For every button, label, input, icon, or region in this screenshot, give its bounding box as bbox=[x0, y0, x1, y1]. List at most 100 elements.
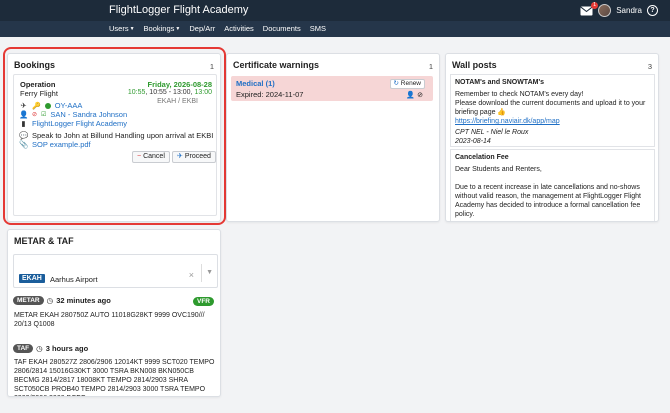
vfr-badge: VFR bbox=[193, 297, 214, 306]
certificate-count: 1 bbox=[428, 62, 433, 71]
taf-age: 3 hours ago bbox=[45, 344, 89, 353]
wall-post: Cancelation Fee Dear Students and Renter… bbox=[450, 149, 655, 221]
metar-pill: METAR bbox=[13, 296, 44, 305]
certificate-name[interactable]: Medical (1) bbox=[236, 79, 275, 88]
paperclip-icon: 📎 bbox=[19, 140, 29, 149]
aircraft-row: ✈ 🔑 OY-AAA bbox=[19, 101, 82, 110]
certificate-icons: 👤 ⊘ bbox=[406, 91, 423, 99]
avatar[interactable] bbox=[598, 4, 612, 17]
mail-count-badge: 1 bbox=[591, 1, 599, 9]
booking-item[interactable]: Operation Ferry Flight Friday, 2026-08-2… bbox=[13, 74, 217, 216]
renew-button[interactable]: ↻ Renew bbox=[389, 79, 425, 89]
airport-name: Aarhus Airport bbox=[50, 275, 98, 284]
certificate-expired: Expired: 2024-11-07 bbox=[236, 90, 304, 99]
cancel-button[interactable]: − Cancel bbox=[132, 151, 170, 163]
user-area: 1 Sandra ? bbox=[580, 1, 658, 19]
booking-type: Operation bbox=[20, 80, 56, 89]
nav-sms[interactable]: SMS bbox=[310, 23, 326, 35]
booking-route: EKAH / EKBI bbox=[157, 98, 198, 105]
type-link[interactable]: FlightLogger Flight Academy bbox=[32, 119, 127, 128]
status-dot-icon bbox=[44, 102, 51, 109]
booking-subtype: Ferry Flight bbox=[20, 89, 58, 98]
post-text: Remember to check NOTAM's every day! bbox=[455, 91, 584, 98]
minus-icon: − bbox=[137, 153, 142, 160]
booking-comment: Speak to John at Billund Handling upon a… bbox=[32, 131, 214, 140]
booking-time-end: 13:00 bbox=[194, 89, 212, 96]
certificate-warnings-card: Certificate warnings 1 Medical (1) Expir… bbox=[226, 53, 440, 222]
wall-title: Wall posts bbox=[452, 60, 497, 70]
airport-code: EKAH bbox=[19, 274, 45, 283]
person-link[interactable]: SAN - Sandra Johnson bbox=[50, 110, 127, 119]
ban-icon: ⊘ bbox=[417, 92, 423, 99]
airplane-icon: ✈ bbox=[20, 101, 27, 110]
booking-time-range: , 10:55 - 13:00, bbox=[145, 89, 195, 96]
refresh-icon: ↻ bbox=[393, 80, 399, 87]
post-title: Cancelation Fee bbox=[455, 154, 509, 161]
plane-icon: ✈ bbox=[177, 153, 183, 160]
attachment-link[interactable]: SOP example.pdf bbox=[32, 140, 91, 149]
attachment-row: 📎 SOP example.pdf bbox=[19, 140, 91, 149]
taf-header: TAF ◷ 3 hours ago bbox=[13, 344, 88, 353]
metar-taf-card: METAR & TAF EKAH Aarhus Airport × ▼ META… bbox=[7, 229, 221, 397]
taf-text: TAF EKAH 280527Z 2806/2906 12014KT 9999 … bbox=[14, 359, 215, 396]
post-text: Dear Students and Renters, bbox=[455, 166, 542, 173]
mail-button[interactable]: 1 bbox=[580, 1, 599, 17]
booking-time: 10:55, 10:55 - 13:00, 13:00 bbox=[128, 89, 212, 96]
book-icon: ▮ bbox=[21, 119, 26, 128]
select-divider bbox=[201, 264, 202, 282]
warning-icon: ⊘ bbox=[32, 112, 38, 118]
clock-icon: ◷ bbox=[36, 344, 43, 353]
clear-icon[interactable]: × bbox=[189, 270, 194, 280]
nav-users[interactable]: Users▼ bbox=[109, 23, 135, 35]
user-icon: 👤 bbox=[19, 110, 29, 119]
key-icon: 🔑 bbox=[32, 102, 41, 110]
metar-text: METAR EKAH 280750Z AUTO 11018G28KT 9999 … bbox=[14, 312, 205, 328]
person-row: 👤 ⊘ ☑ SAN - Sandra Johnson bbox=[19, 110, 127, 119]
wall-posts-card: Wall posts 3 NOTAM's and SNOWTAM's Remem… bbox=[445, 53, 659, 222]
nav-users-label: Users bbox=[109, 24, 129, 33]
post-signature: CPT NEL - Niel le Roux bbox=[455, 129, 529, 136]
renew-label: Renew bbox=[400, 80, 421, 87]
nav-documents[interactable]: Documents bbox=[263, 23, 301, 35]
post-link[interactable]: https://briefing.naviair.dk/app/map bbox=[455, 118, 560, 125]
user-icon: 👤 bbox=[406, 92, 416, 99]
post-title: NOTAM's and SNOWTAM's bbox=[455, 79, 545, 86]
proceed-button[interactable]: ✈ Proceed bbox=[172, 151, 216, 163]
post-text: Please download the current documents an… bbox=[455, 100, 646, 116]
comment-row: 💬 Speak to John at Billund Handling upon… bbox=[19, 131, 213, 140]
nav-dep-arr[interactable]: Dep/Arr bbox=[189, 23, 215, 35]
post-text: Due to a recent increase in late cancell… bbox=[455, 184, 641, 218]
metar-title: METAR & TAF bbox=[14, 236, 74, 246]
booking-time-start: 10:55 bbox=[127, 89, 146, 96]
top-bar: FlightLogger Flight Academy 1 Sandra ? bbox=[0, 0, 670, 21]
bookings-card: Bookings 1 Operation Ferry Flight Friday… bbox=[7, 53, 221, 222]
chevron-down-icon: ▼ bbox=[129, 26, 135, 32]
proceed-label: Proceed bbox=[184, 153, 211, 160]
metar-header: METAR ◷ 32 minutes ago bbox=[13, 296, 111, 305]
nav-activities[interactable]: Activities bbox=[224, 23, 254, 35]
user-name[interactable]: Sandra bbox=[616, 6, 642, 15]
help-icon[interactable]: ? bbox=[647, 5, 658, 16]
nav-bookings-label: Bookings bbox=[143, 24, 175, 33]
certificate-item[interactable]: Medical (1) Expired: 2024-11-07 ↻ Renew … bbox=[231, 76, 433, 101]
cancel-label: Cancel bbox=[143, 153, 165, 160]
chevron-down-icon[interactable]: ▼ bbox=[206, 269, 213, 276]
booking-date: Friday, 2026-08-28 bbox=[147, 80, 212, 89]
aircraft-link[interactable]: OY-AAA bbox=[55, 101, 83, 110]
nav-bookings[interactable]: Bookings▼ bbox=[144, 23, 181, 35]
wall-post: NOTAM's and SNOWTAM's Remember to check … bbox=[450, 74, 655, 147]
wall-count: 3 bbox=[647, 62, 652, 71]
taf-pill: TAF bbox=[13, 344, 34, 353]
main-nav: Users▼ Bookings▼ Dep/Arr Activities Docu… bbox=[0, 21, 670, 37]
bookings-count: 1 bbox=[209, 62, 214, 71]
bookings-title: Bookings bbox=[14, 60, 56, 70]
brand-title[interactable]: FlightLogger Flight Academy bbox=[109, 4, 248, 16]
clock-icon: ◷ bbox=[46, 296, 54, 305]
post-date: 2023-08-14 bbox=[455, 138, 491, 145]
certificate-title: Certificate warnings bbox=[233, 60, 320, 70]
check-icon: ☑ bbox=[41, 112, 47, 118]
metar-age: 32 minutes ago bbox=[56, 296, 111, 305]
type-row: ▮ FlightLogger Flight Academy bbox=[19, 119, 127, 128]
chevron-down-icon: ▼ bbox=[175, 26, 181, 32]
airport-select[interactable]: EKAH Aarhus Airport × ▼ bbox=[13, 254, 218, 288]
